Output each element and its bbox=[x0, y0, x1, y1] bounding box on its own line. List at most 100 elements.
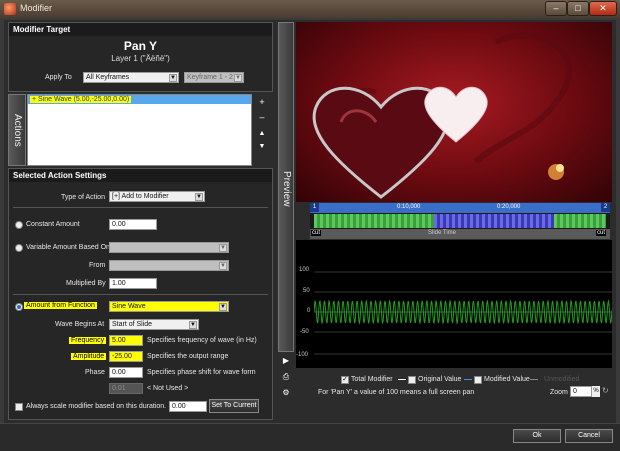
cut-right-label: cut bbox=[596, 230, 607, 236]
target-layer: Layer 1 ("Äëñë") bbox=[111, 54, 170, 63]
add-action-button[interactable]: + bbox=[257, 97, 267, 107]
original-value-label: Original Value bbox=[418, 376, 462, 383]
timeline-start-marker[interactable]: 1 bbox=[310, 203, 319, 212]
from-dropdown[interactable]: ▼ bbox=[109, 260, 229, 271]
function-dropdown[interactable]: Sine Wave ▼ bbox=[109, 301, 229, 312]
modified-value-checkbox[interactable] bbox=[474, 376, 482, 384]
close-button[interactable]: ✕ bbox=[589, 1, 617, 16]
play-icon[interactable]: ▶ bbox=[280, 356, 292, 366]
transition-track bbox=[434, 214, 554, 228]
variable-amount-radio[interactable] bbox=[15, 244, 23, 252]
original-swatch bbox=[464, 379, 472, 380]
refresh-icon[interactable]: ↻ bbox=[602, 386, 609, 395]
capture-icon[interactable]: ⎙ bbox=[280, 372, 292, 382]
modified-value-label: Modified Value bbox=[484, 376, 530, 383]
target-name: Pan Y bbox=[123, 39, 158, 53]
y-tick: 0 bbox=[307, 308, 311, 314]
modified-swatch bbox=[530, 379, 538, 380]
amplitude-label: Amplitude bbox=[71, 353, 107, 360]
zoom-label: Zoom bbox=[550, 389, 568, 396]
chevron-down-icon: ▼ bbox=[234, 74, 242, 82]
app-icon bbox=[4, 3, 16, 15]
phase-label: Phase bbox=[85, 369, 105, 376]
preview-art bbox=[312, 32, 573, 199]
cut-left-label: cut bbox=[311, 230, 322, 236]
timeline[interactable]: 1 2 0:10,000 0:20,000 cut cut Slide Time bbox=[310, 203, 610, 239]
time-mark: 0:20,000 bbox=[497, 204, 521, 210]
y-tick: 50 bbox=[303, 288, 310, 294]
zoom-unit: % bbox=[592, 386, 600, 397]
variable-amount-label: Variable Amount Based On bbox=[26, 244, 110, 251]
total-modifier-checkbox[interactable]: ✓ bbox=[341, 376, 349, 384]
variable-amount-dropdown[interactable]: ▼ bbox=[109, 242, 229, 253]
amount-from-function-radio[interactable] bbox=[15, 303, 23, 311]
frequency-desc: Specifies frequency of wave (in Hz) bbox=[147, 337, 257, 344]
divider bbox=[13, 294, 268, 295]
chevron-down-icon: ▼ bbox=[195, 193, 203, 201]
constant-amount-label: Constant Amount bbox=[26, 221, 80, 228]
slide-preview-image bbox=[296, 22, 612, 202]
keyframe-dropdown[interactable]: Keyframe 1 - 2 ▼ bbox=[184, 72, 244, 83]
graph-note: For 'Pan Y' a value of 100 means a full … bbox=[318, 389, 475, 396]
wave-begins-dropdown[interactable]: Start of Slide ▼ bbox=[109, 319, 199, 330]
minimize-button[interactable]: – bbox=[545, 1, 567, 16]
always-scale-input[interactable]: 0.00 bbox=[169, 401, 207, 412]
set-to-current-button[interactable]: Set To Current bbox=[209, 399, 259, 413]
apply-to-label: Apply To bbox=[45, 74, 72, 81]
multiplied-by-input[interactable]: 1.00 bbox=[109, 278, 157, 289]
action-settings-header: Selected Action Settings bbox=[9, 169, 272, 182]
total-modifier-label: Total Modifier bbox=[351, 376, 393, 383]
phase-input[interactable]: 0.00 bbox=[109, 367, 143, 378]
timeline-ruler bbox=[310, 203, 610, 213]
chevron-down-icon: ▼ bbox=[219, 244, 227, 252]
type-of-action-dropdown[interactable]: [+] Add to Modifier ▼ bbox=[109, 191, 205, 202]
wave-line bbox=[314, 299, 612, 325]
title-bar: Modifier – □ ✕ bbox=[0, 0, 620, 18]
frequency-input[interactable]: 5.00 bbox=[109, 335, 143, 346]
zoom-input[interactable]: 0 bbox=[570, 386, 592, 397]
unused-desc: < Not Used > bbox=[147, 385, 189, 392]
phase-desc: Specifies phase shift for wave form bbox=[147, 369, 256, 376]
apply-to-dropdown[interactable]: All Keyframes ▼ bbox=[83, 72, 179, 83]
always-scale-checkbox[interactable] bbox=[15, 403, 23, 411]
type-of-action-label: Type of Action bbox=[61, 194, 105, 201]
tab-preview[interactable]: Preview bbox=[278, 22, 294, 352]
ok-button[interactable]: Ok bbox=[513, 429, 561, 443]
amount-from-function-label: Amount from Function bbox=[24, 302, 97, 309]
modifier-target-panel: Modifier Target Pan Y Layer 1 ("Äëñë") A… bbox=[8, 22, 273, 92]
constant-amount-radio[interactable] bbox=[15, 221, 23, 229]
chevron-down-icon: ▼ bbox=[219, 262, 227, 270]
action-settings-panel: Selected Action Settings Type of Action … bbox=[8, 168, 273, 420]
window-title: Modifier bbox=[20, 3, 53, 13]
time-mark: 0:10,000 bbox=[397, 204, 421, 210]
original-value-checkbox[interactable] bbox=[408, 376, 416, 384]
chevron-down-icon: ▼ bbox=[169, 74, 177, 82]
amplitude-input[interactable]: -25.00 bbox=[109, 351, 143, 362]
chevron-down-icon: ▼ bbox=[189, 321, 197, 329]
divider bbox=[13, 207, 268, 208]
move-down-button[interactable]: ▼ bbox=[257, 142, 267, 152]
timeline-end-marker[interactable]: 2 bbox=[601, 203, 610, 212]
settings-icon[interactable]: ⚙ bbox=[280, 388, 292, 398]
tab-actions[interactable]: Actions bbox=[8, 94, 26, 166]
unused-input: 0.01 bbox=[109, 383, 143, 394]
sine-wave-plot bbox=[314, 271, 612, 355]
modifier-graph[interactable]: 100 50 0 -50 -100 bbox=[296, 240, 612, 368]
cancel-button[interactable]: Cancel bbox=[565, 429, 613, 443]
slide-time-label: Slide Time bbox=[428, 230, 457, 236]
move-up-button[interactable]: ▲ bbox=[257, 129, 267, 139]
constant-amount-input[interactable]: 0.00 bbox=[109, 219, 157, 230]
remove-action-button[interactable]: – bbox=[257, 112, 267, 122]
slide-time-bar bbox=[310, 229, 610, 239]
amplitude-desc: Specifies the output range bbox=[147, 353, 229, 360]
y-tick: -100 bbox=[296, 352, 309, 358]
list-item[interactable]: + Sine Wave (5.00,-25.00,0.00) bbox=[28, 95, 251, 104]
unmodified-label: Unmodified bbox=[544, 376, 580, 383]
actions-list[interactable]: + Sine Wave (5.00,-25.00,0.00) bbox=[27, 94, 252, 166]
wave-begins-label: Wave Begins At bbox=[55, 321, 105, 328]
multiplied-by-label: Multiplied By bbox=[66, 280, 106, 287]
total-swatch bbox=[398, 379, 406, 380]
maximize-button[interactable]: □ bbox=[567, 1, 589, 16]
y-tick: 100 bbox=[299, 267, 310, 273]
modifier-target-header: Modifier Target bbox=[9, 23, 272, 36]
